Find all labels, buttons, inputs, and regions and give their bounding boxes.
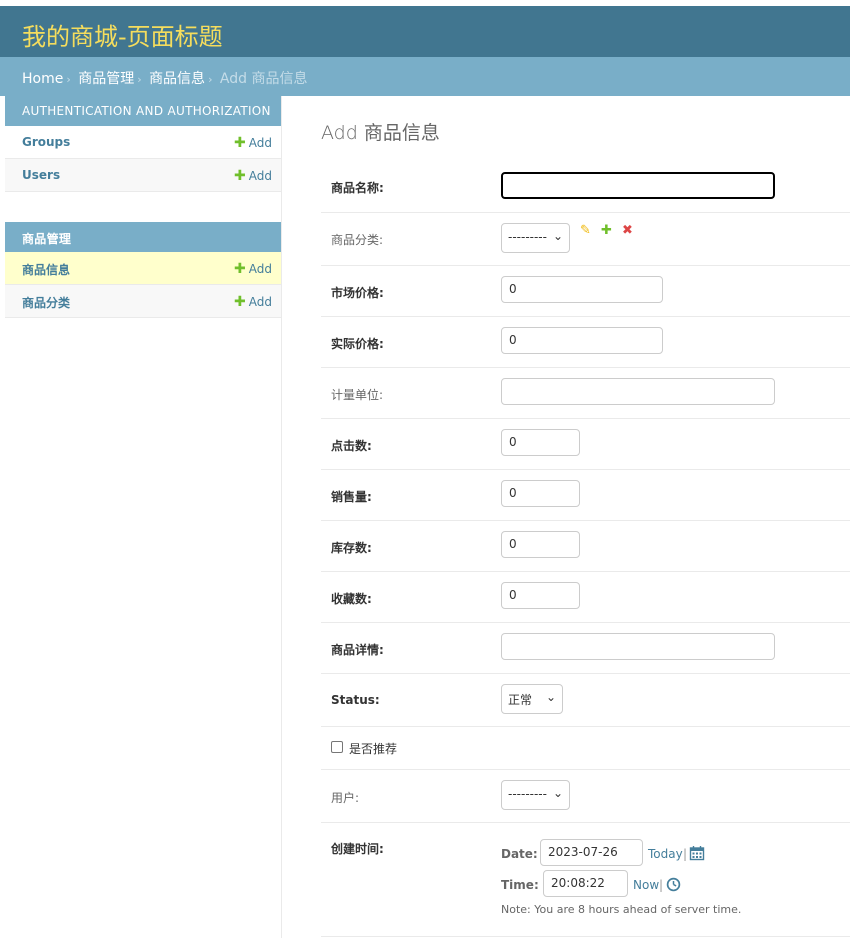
time-label: Time:	[501, 878, 539, 892]
form-row-market-price: 市场价格: 0	[321, 266, 850, 317]
form-row-favorites: 收藏数: 0	[321, 572, 850, 623]
add-users-button[interactable]: ✚ Add	[234, 168, 272, 184]
unit-input[interactable]	[501, 378, 775, 405]
calendar-icon[interactable]	[689, 845, 705, 865]
breadcrumb-current: Add 商品信息	[219, 71, 308, 87]
sidebar: AUTHENTICATION AND AUTHORIZATION Groups …	[5, 96, 282, 938]
sidebar-item-users: Users ✚ Add	[5, 159, 281, 192]
favorites-input[interactable]: 0	[501, 582, 580, 609]
add-product-category-button[interactable]: ✚ Add	[234, 294, 272, 310]
form-row-category: 商品分类: --------- ⌄ ✎ ✚ ✖	[321, 213, 850, 266]
sidebar-item-label[interactable]: 商品分类	[22, 294, 70, 311]
breadcrumb-separator: ›	[208, 73, 213, 86]
now-link[interactable]: Now	[633, 878, 659, 892]
sidebar-item-label[interactable]: Users	[22, 168, 60, 182]
status-select[interactable]: 正常 ⌄	[501, 684, 563, 714]
sales-input[interactable]: 0	[501, 480, 580, 507]
page-title: Add 商品信息	[321, 122, 440, 144]
plus-icon: ✚	[234, 294, 246, 310]
chevron-down-icon: ⌄	[552, 229, 563, 243]
date-label: Date:	[501, 847, 538, 861]
sidebar-item-label[interactable]: 商品信息	[22, 261, 70, 278]
sidebar-item-groups: Groups ✚ Add	[5, 126, 281, 159]
market-price-input[interactable]: 0	[501, 276, 663, 303]
sidebar-item-product-info: 商品信息 ✚ Add	[5, 252, 281, 285]
add-groups-button[interactable]: ✚ Add	[234, 135, 272, 151]
breadcrumb-app[interactable]: 商品管理	[78, 71, 134, 87]
field-label: 用户:	[331, 791, 360, 805]
add-product-info-button[interactable]: ✚ Add	[234, 261, 272, 277]
form-row-detail: 商品详情:	[321, 623, 850, 674]
chevron-down-icon: ⌄	[552, 786, 563, 800]
chevron-down-icon: ⌄	[545, 690, 556, 704]
category-select[interactable]: --------- ⌄	[501, 223, 570, 253]
field-label: 库存数:	[331, 541, 372, 555]
breadcrumb-separator: ›	[66, 73, 71, 86]
timezone-note: Note: You are 8 hours ahead of server ti…	[501, 903, 742, 916]
name-input[interactable]	[501, 172, 775, 199]
field-label: Status:	[331, 693, 380, 707]
breadcrumb-separator: ›	[137, 73, 142, 86]
sidebar-item-label[interactable]: Groups	[22, 135, 70, 149]
date-input[interactable]: 2023-07-26	[540, 839, 643, 866]
form-row-status: Status: 正常 ⌄	[321, 674, 850, 727]
today-link[interactable]: Today	[648, 847, 683, 861]
shortcut-separator: |	[683, 847, 688, 861]
plus-icon[interactable]: ✚	[601, 223, 612, 238]
form-row-unit: 计量单位:	[321, 368, 850, 419]
form-row-name: 商品名称:	[321, 160, 850, 213]
user-select[interactable]: --------- ⌄	[501, 780, 570, 810]
field-label: 商品名称:	[331, 181, 384, 195]
field-label: 创建时间:	[331, 842, 384, 856]
plus-icon: ✚	[234, 261, 246, 277]
field-label: 实际价格:	[331, 337, 384, 351]
form-row-stock: 库存数: 0	[321, 521, 850, 572]
x-icon[interactable]: ✖	[622, 223, 633, 238]
site-title[interactable]: 我的商城-页面标题	[22, 17, 223, 52]
form-row-clicks: 点击数: 0	[321, 419, 850, 470]
site-header: 我的商城-页面标题	[0, 6, 850, 57]
time-input[interactable]: 20:08:22	[543, 870, 628, 897]
sidebar-item-product-category: 商品分类 ✚ Add	[5, 285, 281, 318]
clock-icon[interactable]	[666, 877, 681, 896]
stock-input[interactable]: 0	[501, 531, 580, 558]
plus-icon: ✚	[234, 135, 246, 151]
module-caption-auth[interactable]: AUTHENTICATION AND AUTHORIZATION	[5, 96, 281, 126]
pencil-icon[interactable]: ✎	[580, 223, 591, 238]
form-row-created: 创建时间: Date: 2023-07-26 Today | Time: 20:…	[321, 823, 850, 937]
detail-input[interactable]	[501, 633, 775, 660]
form-row-real-price: 实际价格: 0	[321, 317, 850, 368]
field-label: 市场价格:	[331, 286, 384, 300]
field-label: 商品详情:	[331, 643, 384, 657]
breadcrumb: Home › 商品管理 › 商品信息 › Add 商品信息	[0, 57, 850, 96]
form-row-user: 用户: --------- ⌄	[321, 770, 850, 823]
plus-icon: ✚	[234, 168, 246, 184]
breadcrumb-model[interactable]: 商品信息	[149, 71, 205, 87]
breadcrumb-home[interactable]: Home	[22, 71, 63, 87]
field-label: 销售量:	[331, 490, 372, 504]
module-caption-shop[interactable]: 商品管理	[5, 222, 281, 252]
checkbox-label: 是否推荐	[349, 742, 398, 756]
real-price-input[interactable]: 0	[501, 327, 663, 354]
clicks-input[interactable]: 0	[501, 429, 580, 456]
form-row-sales: 销售量: 0	[321, 470, 850, 521]
shortcut-separator: |	[659, 878, 664, 892]
field-label: 商品分类:	[331, 233, 384, 247]
field-label: 收藏数:	[331, 592, 372, 606]
field-label: 点击数:	[331, 439, 372, 453]
form-row-recommend: 是否推荐	[321, 727, 850, 770]
recommend-checkbox[interactable]	[331, 741, 343, 753]
field-label: 计量单位:	[331, 388, 384, 402]
